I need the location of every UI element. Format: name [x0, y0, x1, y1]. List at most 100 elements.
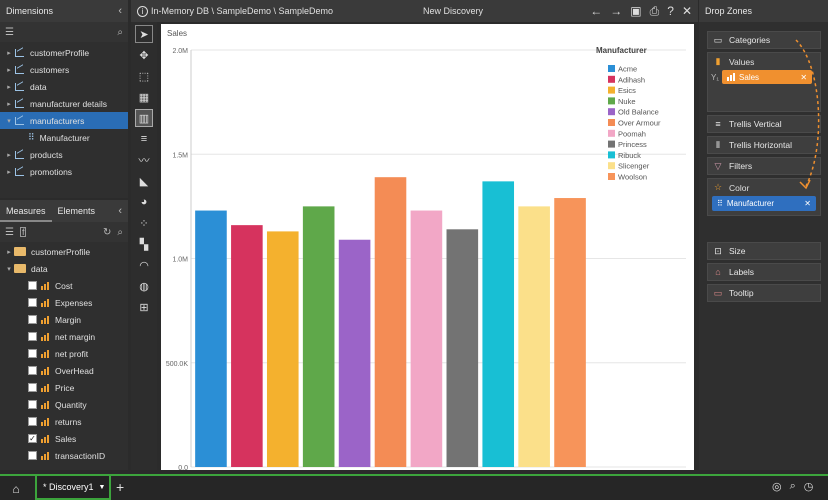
- measure-checkbox[interactable]: [28, 281, 37, 290]
- gauge-icon[interactable]: ◠: [135, 256, 153, 274]
- legend-swatch: [608, 108, 615, 116]
- map-icon[interactable]: ◍: [135, 277, 153, 295]
- measure-item[interactable]: Quantity: [0, 396, 128, 413]
- line-chart-icon[interactable]: 〰: [135, 151, 153, 169]
- dimension-item[interactable]: ▸ customers: [0, 61, 128, 78]
- list-view-icon[interactable]: ☰: [5, 27, 14, 38]
- scatter-icon[interactable]: ⁘: [135, 214, 153, 232]
- dimensions-panel: Dimensions ‹ ☰ ⌕ ▸ customerProfile ▸ custom…: [0, 0, 128, 198]
- radar-icon[interactable]: ◎: [772, 480, 782, 493]
- labels-zone[interactable]: ⌂ Labels: [707, 263, 821, 281]
- tab-elements[interactable]: Elements: [52, 200, 102, 222]
- dimension-item[interactable]: ▸ customerProfile: [0, 44, 128, 61]
- print-icon[interactable]: ⎙: [650, 4, 660, 19]
- color-icon: ☆: [713, 182, 723, 192]
- measure-item[interactable]: OverHead: [0, 362, 128, 379]
- treemap-icon[interactable]: ▚: [135, 235, 153, 253]
- measure-folder[interactable]: ▾ data: [0, 260, 128, 277]
- measure-checkbox[interactable]: ✓: [28, 434, 37, 443]
- size-zone[interactable]: ⊡ Size: [707, 242, 821, 260]
- table-icon[interactable]: ⊞: [135, 298, 153, 316]
- horizontal-bar-icon[interactable]: ≡: [135, 130, 153, 148]
- tooltip-zone[interactable]: ▭ Tooltip: [707, 284, 821, 302]
- measure-checkbox[interactable]: [28, 349, 37, 358]
- chart-canvas[interactable]: Sales 0.0 500.0K 1.0M 1.5M 2.0M Manufacturer Ac…: [161, 24, 694, 472]
- dimension-item[interactable]: ▾ manufacturers: [0, 112, 128, 129]
- search-icon[interactable]: ⌕: [117, 227, 123, 238]
- measure-checkbox[interactable]: [28, 366, 37, 375]
- measure-icon: [41, 298, 50, 307]
- list-view-icon[interactable]: ☰: [5, 227, 14, 238]
- measure-folder[interactable]: ▸ customerProfile: [0, 243, 128, 260]
- tooltip-icon: ▭: [713, 287, 723, 298]
- measure-item[interactable]: Price: [0, 379, 128, 396]
- measure-item[interactable]: Margin: [0, 311, 128, 328]
- bottom-bar: ⌂ * Discovery1 ▼ + ◎ ⌕ ◷: [0, 474, 828, 500]
- expand-chevron-icon[interactable]: ▾: [4, 265, 14, 273]
- dimension-item[interactable]: ▸ data: [0, 78, 128, 95]
- dimensions-header: Dimensions ‹: [0, 0, 128, 22]
- forward-arrow-icon[interactable]: →: [610, 4, 622, 19]
- move-tool-icon[interactable]: ✥: [135, 46, 153, 64]
- expand-chevron-icon[interactable]: ▸: [4, 151, 14, 159]
- tab-discovery1[interactable]: * Discovery1 ▼: [35, 476, 111, 500]
- calc-field-icon[interactable]: f: [19, 227, 27, 237]
- dimension-item[interactable]: ⠿ Manufacturer: [0, 129, 128, 146]
- manufacturer-pill[interactable]: ⠿ Manufacturer ✕: [712, 196, 816, 211]
- measure-item[interactable]: Expenses: [0, 294, 128, 311]
- back-arrow-icon[interactable]: ←: [590, 4, 602, 19]
- remove-icon[interactable]: ✕: [804, 199, 811, 208]
- info-icon[interactable]: i: [137, 5, 148, 17]
- pie-chart-icon[interactable]: ◕: [135, 193, 153, 211]
- expand-chevron-icon[interactable]: ▾: [4, 117, 14, 125]
- label-tag-icon: ⌂: [715, 267, 721, 277]
- expand-chevron-icon[interactable]: ▸: [4, 248, 14, 256]
- pointer-tool-icon[interactable]: ➤: [135, 25, 153, 43]
- area-chart-icon[interactable]: ◣: [135, 172, 153, 190]
- expand-chevron-icon[interactable]: ▸: [4, 83, 14, 91]
- expand-chevron-icon[interactable]: ▸: [4, 168, 14, 176]
- measure-item[interactable]: net profit: [0, 345, 128, 362]
- measure-icon: [41, 434, 50, 443]
- close-icon[interactable]: ✕: [682, 4, 692, 19]
- measure-item[interactable]: net margin: [0, 328, 128, 345]
- search-icon[interactable]: ⌕: [117, 27, 123, 38]
- measure-item[interactable]: transactionID: [0, 447, 128, 464]
- collapse-chevron-icon[interactable]: ‹: [118, 205, 122, 217]
- measure-checkbox[interactable]: [28, 383, 37, 392]
- expand-chevron-icon[interactable]: ▸: [4, 49, 14, 57]
- caret-down-icon[interactable]: ▼: [99, 484, 106, 491]
- measure-item[interactable]: returns: [0, 413, 128, 430]
- measure-checkbox[interactable]: [28, 298, 37, 307]
- measure-checkbox[interactable]: [28, 332, 37, 341]
- measure-item[interactable]: Cost: [0, 277, 128, 294]
- dimension-item[interactable]: ▸ products: [0, 146, 128, 163]
- values-icon: ▮: [715, 56, 721, 66]
- expand-chevron-icon[interactable]: ▸: [4, 66, 14, 74]
- measure-label: data: [31, 263, 48, 274]
- help-icon[interactable]: ?: [667, 4, 674, 19]
- grid-icon[interactable]: ▦: [135, 88, 153, 106]
- legend-label: Adihash: [618, 75, 645, 84]
- dimension-item[interactable]: ▸ manufacturer details: [0, 95, 128, 112]
- measure-item[interactable]: ✓ Sales: [0, 430, 128, 447]
- expand-chevron-icon[interactable]: ▸: [4, 100, 14, 108]
- bar-chart[interactable]: Sales 0.0 500.0K 1.0M 1.5M 2.0M Manufacturer Ac…: [161, 24, 694, 472]
- refresh-icon[interactable]: ↻: [103, 227, 111, 238]
- select-tool-icon[interactable]: ⬚: [135, 67, 153, 85]
- y-tick-label: 500.0K: [166, 361, 189, 368]
- save-icon[interactable]: ▣: [630, 4, 641, 19]
- legend-label: Woolson: [618, 173, 647, 182]
- timer-icon[interactable]: ◷: [804, 480, 814, 493]
- measure-checkbox[interactable]: [28, 417, 37, 426]
- search-icon[interactable]: ⌕: [790, 480, 796, 493]
- collapse-chevron-icon[interactable]: ‹: [118, 5, 122, 17]
- home-icon[interactable]: ⌂: [4, 479, 28, 498]
- tab-measures[interactable]: Measures: [0, 200, 52, 222]
- measure-checkbox[interactable]: [28, 451, 37, 460]
- bar-chart-icon[interactable]: ▥: [135, 109, 153, 127]
- add-tab-button[interactable]: +: [116, 479, 124, 495]
- dimension-item[interactable]: ▸ promotions: [0, 163, 128, 180]
- measure-checkbox[interactable]: [28, 315, 37, 324]
- measure-checkbox[interactable]: [28, 400, 37, 409]
